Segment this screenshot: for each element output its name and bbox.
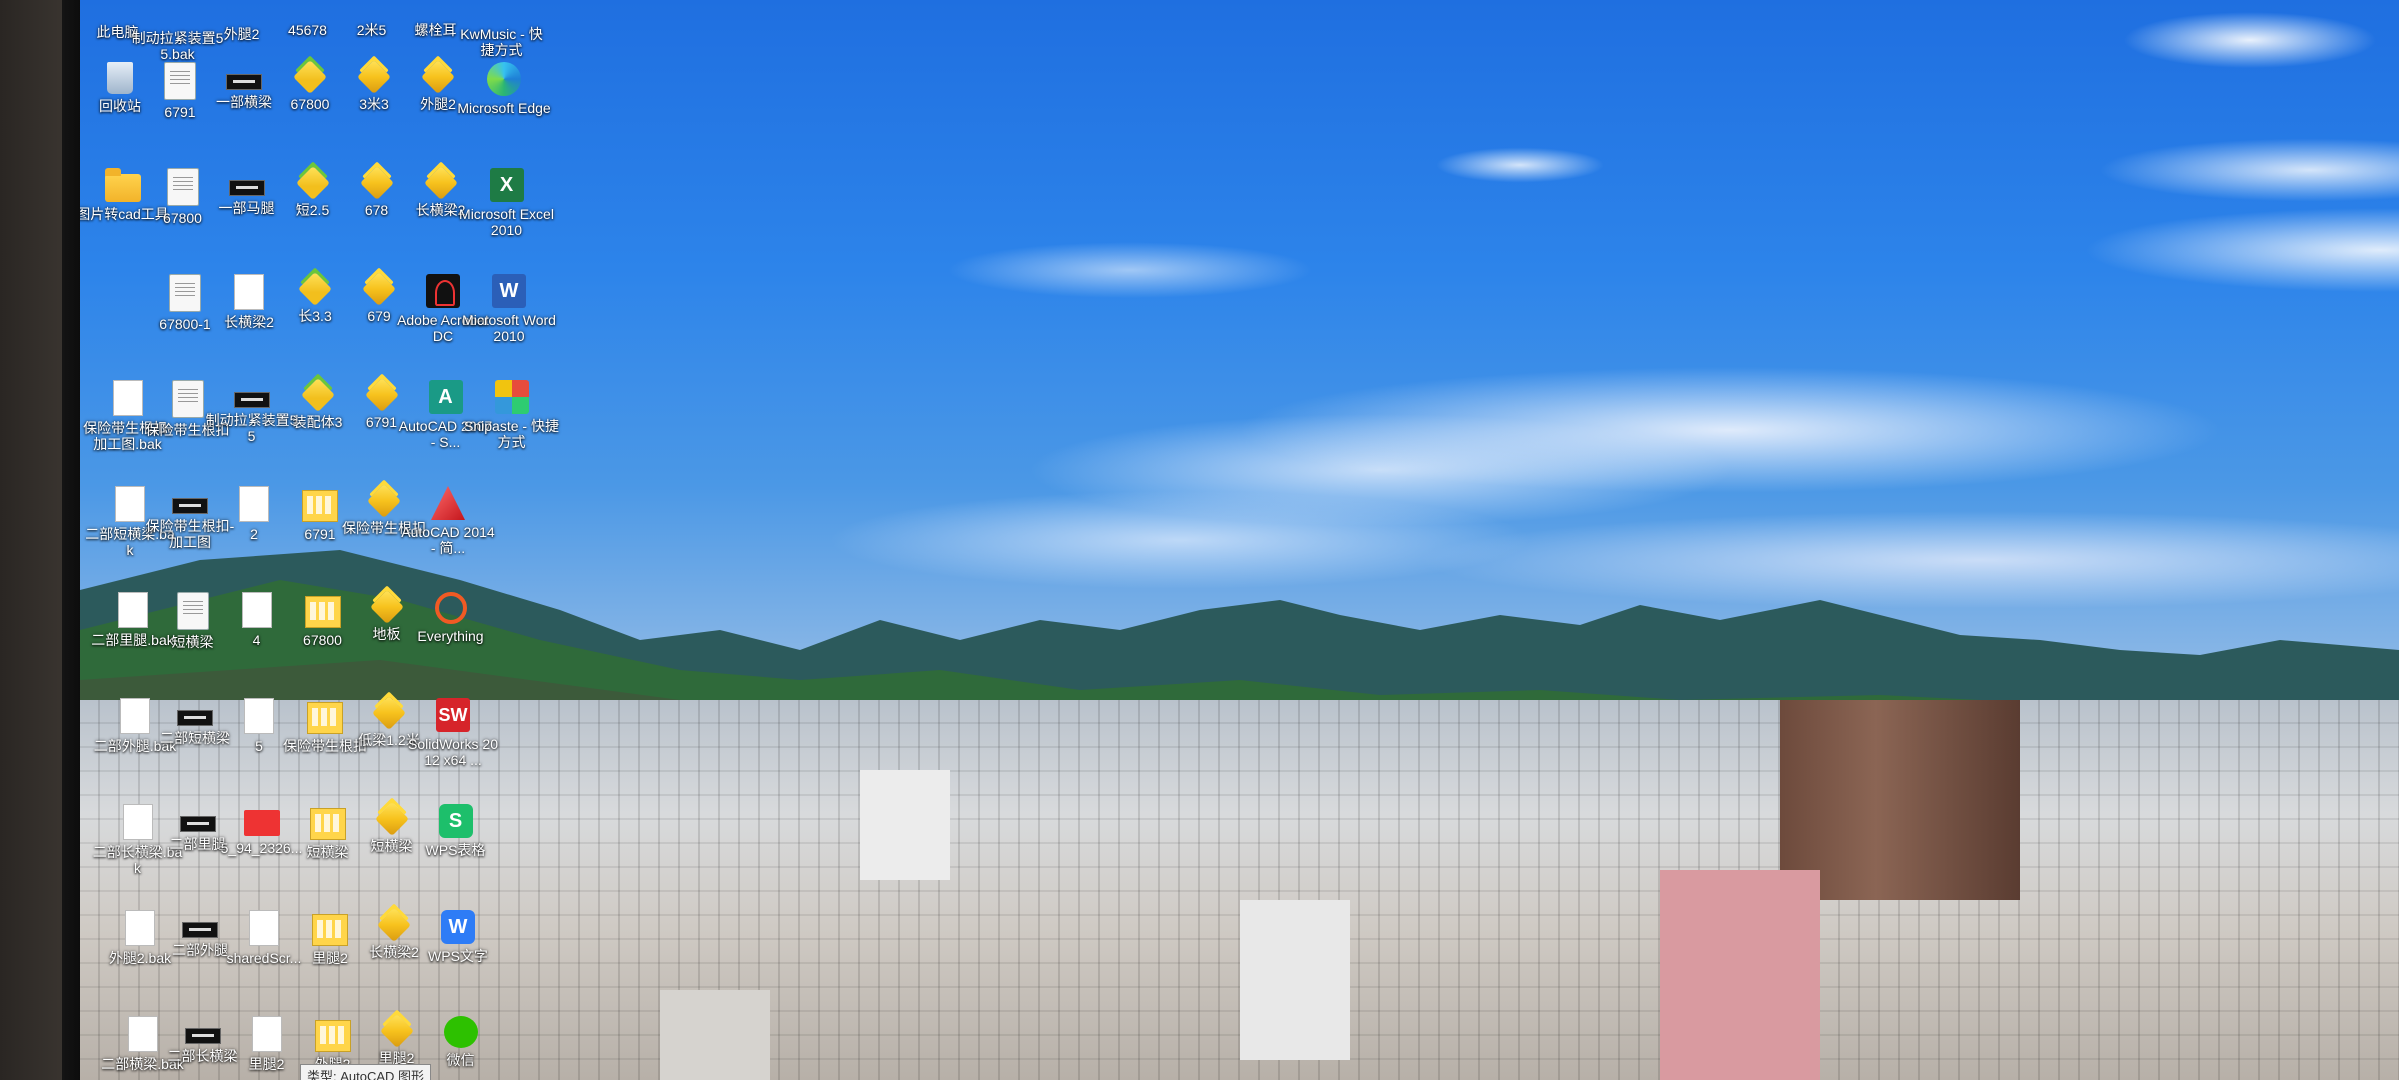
white-building — [660, 990, 770, 1080]
autocad-2007-icon: A — [428, 380, 463, 414]
part-icon — [298, 272, 332, 306]
blank-file-icon — [244, 698, 274, 734]
part-icon — [364, 378, 399, 412]
blank-file-icon — [112, 380, 143, 416]
part-icon — [362, 272, 396, 306]
desktop-icon-label: Everything — [417, 628, 484, 644]
part-icon — [423, 166, 458, 200]
desktop-icon[interactable]: AutoCAD 2014 - 简... — [400, 486, 496, 556]
drawing-icon — [309, 808, 346, 840]
part-icon — [421, 60, 455, 94]
blank-file-icon — [115, 486, 145, 522]
blank-file-icon — [125, 910, 155, 946]
desktop-icon-label: Microsoft Word 2010 — [462, 312, 556, 344]
white-building — [860, 770, 950, 880]
dwg-file-icon — [179, 816, 216, 832]
desktop-icon[interactable]: W Microsoft Word 2010 — [461, 274, 557, 344]
blank-file-icon — [241, 592, 272, 628]
blank-file-icon — [234, 274, 264, 310]
part-icon — [295, 166, 330, 200]
desktop-icon-label: Microsoft Edge — [457, 100, 551, 116]
blank-file-icon — [249, 910, 279, 946]
dwg-file-icon — [226, 74, 262, 90]
part-icon — [293, 60, 327, 94]
drawing-icon — [304, 596, 341, 628]
everything-icon — [434, 592, 467, 624]
desktop-icon[interactable]: Everything — [403, 592, 499, 644]
part-icon — [369, 590, 404, 624]
desktop-icon-label: KwMusic - 快捷方式 — [460, 26, 543, 58]
desktop-icon-label: WPS文字 — [428, 948, 488, 964]
desktop-icon[interactable]: Microsoft Edge — [456, 62, 552, 116]
part-icon — [377, 908, 411, 942]
edge-icon — [487, 62, 521, 96]
document-icon — [166, 168, 199, 206]
blank-file-icon — [117, 592, 148, 628]
dwg-file-icon — [228, 180, 265, 196]
desktop-icon-label: AutoCAD 2014 - 简... — [401, 524, 495, 556]
dwg-file-icon — [184, 1028, 221, 1044]
part-icon — [374, 802, 409, 836]
desktop-icon[interactable]: W WPS文字 — [410, 910, 506, 964]
desktop-icon-label: SolidWorks 2012 x64 ... — [407, 736, 498, 768]
document-icon — [176, 592, 209, 630]
desktop-icon-label: WPS表格 — [425, 842, 486, 858]
document-icon — [171, 380, 204, 418]
desktop-icon-label: Microsoft Excel 2010 — [459, 206, 554, 238]
dwg-file-icon — [172, 498, 208, 514]
blank-file-icon — [251, 1016, 282, 1052]
excel-icon: X — [489, 168, 524, 202]
document-icon — [164, 62, 196, 100]
blank-file-icon — [127, 1016, 158, 1052]
dwg-file-icon — [177, 710, 213, 726]
autocad-2014-icon — [431, 486, 465, 520]
desktop-icon[interactable]: Snipaste - 快捷方式 — [464, 380, 560, 450]
blank-file-icon — [122, 804, 153, 840]
assembly-icon — [300, 378, 335, 412]
acrobat-icon — [426, 274, 460, 308]
desktop-icon[interactable]: 微信 — [413, 1016, 509, 1068]
dwg-file-icon — [233, 392, 270, 408]
part-icon — [367, 484, 401, 518]
part-icon — [357, 60, 391, 94]
blank-file-icon — [120, 698, 150, 734]
drawing-icon — [314, 1020, 351, 1052]
solidworks-icon: SW — [436, 698, 470, 732]
desktop-icon[interactable]: SW SolidWorks 2012 x64 ... — [405, 698, 501, 768]
blank-file-icon — [239, 486, 269, 522]
wps-writer-icon: W — [441, 910, 475, 944]
word-icon: W — [492, 274, 526, 308]
drawing-icon — [302, 490, 338, 522]
pink-building — [1660, 870, 1820, 1080]
drawing-icon — [312, 914, 348, 946]
wps-spreadsheet-icon: S — [438, 804, 473, 838]
desktop-icon[interactable]: KwMusic - 快捷方式 — [454, 0, 550, 58]
file-type-tooltip: 类型: AutoCAD 图形 — [300, 1064, 432, 1080]
drawing-icon — [307, 702, 343, 734]
image-file-icon — [243, 810, 280, 836]
snipaste-icon — [494, 380, 529, 414]
wechat-icon — [443, 1016, 478, 1048]
desktop-icon[interactable]: X Microsoft Excel 2010 — [459, 168, 555, 238]
desktop-icon-label: Snipaste - 快捷方式 — [464, 418, 559, 450]
part-icon — [372, 696, 406, 730]
part-icon — [359, 166, 394, 200]
white-building — [1240, 900, 1350, 1060]
desktop-icon[interactable]: S WPS表格 — [408, 804, 504, 858]
document-icon — [169, 274, 201, 312]
desktop-screen: 此电脑 制动拉紧装置55.bak 外腿2 45678 2米5 螺栓耳 KwMusic - 快… — [80, 0, 2399, 1080]
part-icon — [379, 1014, 414, 1048]
recycle-bin-icon — [107, 62, 133, 94]
dwg-file-icon — [182, 922, 218, 938]
